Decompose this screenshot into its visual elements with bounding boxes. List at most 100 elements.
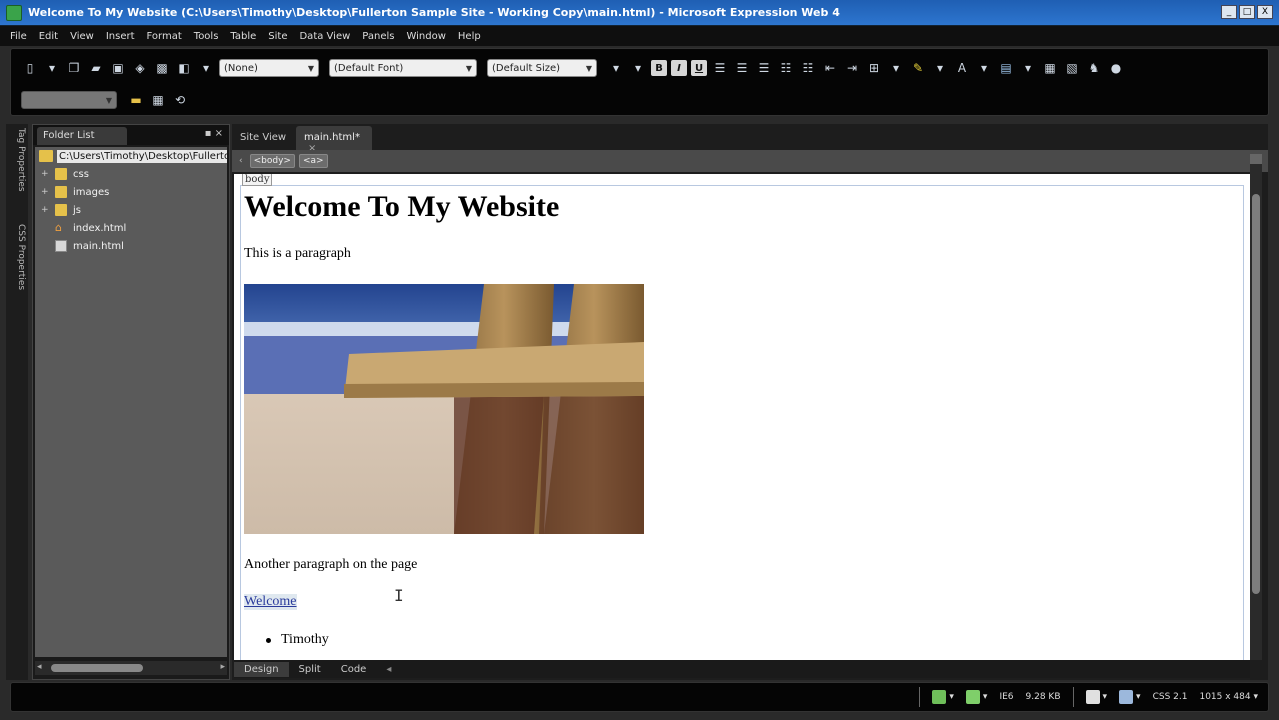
preview-icon[interactable]: ◧ [175,59,193,77]
menu-format[interactable]: Format [141,31,188,42]
folder-icon[interactable]: ▬ [127,91,145,109]
numbered-list-icon[interactable]: ☷ [777,59,795,77]
more-dropdown-icon-2[interactable]: ▾ [629,59,647,77]
image-icon[interactable]: ▩ [153,59,171,77]
code-error-icon[interactable]: ▾ [965,690,987,704]
align-left-icon[interactable]: ☰ [711,59,729,77]
picture-icon[interactable]: ▧ [1063,59,1081,77]
menu-data-view[interactable]: Data View [293,31,356,42]
menu-view[interactable]: View [64,31,100,42]
scrollbar-thumb[interactable] [51,664,143,672]
menu-help[interactable]: Help [452,31,487,42]
tab-design[interactable]: Design [234,661,289,677]
tab-code[interactable]: Code [331,662,377,677]
copy-icon[interactable]: ❐ [65,59,83,77]
menu-table[interactable]: Table [224,31,262,42]
site-root-path[interactable]: C:\Users\Timothy\Desktop\Fullerton [35,147,227,165]
page-dimensions[interactable]: 1015 x 484 ▾ [1199,692,1258,702]
save-icon[interactable]: ▣ [109,59,127,77]
more-dropdown-icon[interactable]: ▾ [607,59,625,77]
close-button[interactable]: X [1257,5,1273,19]
vertical-scrollbar[interactable] [1250,154,1262,660]
highlight-dropdown-icon[interactable]: ▾ [931,59,949,77]
size-dropdown[interactable]: (Default Size) ▼ [487,59,597,77]
tab-css-properties[interactable]: CSS Properties [8,224,26,290]
style-dropdown[interactable]: (None) ▼ [219,59,319,77]
paragraph-2[interactable]: Another paragraph on the page [244,557,417,573]
expand-icon[interactable]: + [41,187,51,197]
increase-indent-icon[interactable]: ⇥ [843,59,861,77]
paragraph-1[interactable]: This is a paragraph [244,246,351,262]
publish-icon[interactable]: ◈ [131,59,149,77]
list-item[interactable]: Timothy [266,632,329,648]
scroll-up-icon[interactable] [1250,154,1262,164]
style-app-icon[interactable]: ▾ [1119,690,1141,704]
quick-tag-body[interactable]: <body> [249,154,295,168]
menu-insert[interactable]: Insert [100,31,141,42]
menu-site[interactable]: Site [262,31,293,42]
pin-icon[interactable]: ▪ [205,128,212,139]
tab-split[interactable]: Split [289,662,331,677]
new-document-icon[interactable]: ▯ [21,59,39,77]
scrollbar-thumb[interactable] [1252,194,1260,594]
empty-dropdown[interactable]: ▼ [21,91,117,109]
layer-icon[interactable]: ▦ [1041,59,1059,77]
panel-header: Folder List ▪ × [33,125,229,145]
design-view[interactable]: body Welcome To My Website This is a par… [234,174,1250,660]
tab-site-view[interactable]: Site View [232,126,294,150]
tree-item-images[interactable]: + images [35,183,109,201]
decrease-indent-icon[interactable]: ⇤ [821,59,839,77]
circle-icon[interactable]: ● [1107,59,1125,77]
new-dropdown-icon[interactable]: ▾ [43,59,61,77]
menu-edit[interactable]: Edit [33,31,64,42]
menu-file[interactable]: File [4,31,33,42]
expand-icon[interactable]: + [41,205,51,215]
underline-button[interactable]: U [691,60,707,76]
tab-tag-properties[interactable]: Tag Properties [8,128,26,192]
open-folder-icon[interactable]: ▰ [87,59,105,77]
font-color-dropdown-icon[interactable]: ▾ [975,59,993,77]
insert-table-icon[interactable]: ▤ [997,59,1015,77]
page-heading[interactable]: Welcome To My Website [244,190,559,224]
tree-item-js[interactable]: + js [35,201,81,219]
scroll-left-icon[interactable]: ◂ [37,662,42,672]
minimize-button[interactable]: _ [1221,5,1237,19]
web-component-icon[interactable]: ♞ [1085,59,1103,77]
borders-dropdown-icon[interactable]: ▾ [887,59,905,77]
table-dropdown-icon[interactable]: ▾ [1019,59,1037,77]
folder-list-tab[interactable]: Folder List [37,127,127,145]
css-schema[interactable]: CSS 2.1 [1153,692,1188,702]
grid-icon[interactable]: ▦ [149,91,167,109]
expand-icon[interactable]: + [41,169,51,179]
font-dropdown[interactable]: (Default Font) ▼ [329,59,477,77]
compatibility-icon[interactable]: ▾ [932,690,954,704]
italic-button[interactable]: I [671,60,687,76]
quick-tag-a[interactable]: <a> [298,154,328,168]
scroll-right-icon[interactable]: ▸ [220,662,225,672]
horizontal-scrollbar[interactable]: ◂ ▸ [35,661,227,675]
beach-bench-photo [244,284,644,534]
maximize-button[interactable]: □ [1239,5,1255,19]
menu-panels[interactable]: Panels [356,31,400,42]
menu-tools[interactable]: Tools [188,31,225,42]
borders-icon[interactable]: ⊞ [865,59,883,77]
tree-item-main[interactable]: main.html [35,237,124,255]
tree-item-css[interactable]: + css [35,165,89,183]
align-center-icon[interactable]: ☰ [733,59,751,77]
bold-button[interactable]: B [651,60,667,76]
align-right-icon[interactable]: ☰ [755,59,773,77]
highlight-icon[interactable]: ✎ [909,59,927,77]
visual-aids-icon[interactable]: ▾ [1085,690,1107,704]
tree-item-index[interactable]: ⌂ index.html [35,219,126,237]
back-arrow-icon[interactable]: ‹ [236,155,246,167]
tab-main-html[interactable]: main.html* × [296,126,372,154]
scroll-left-icon[interactable]: ◂ [376,662,401,677]
bulleted-list-icon[interactable]: ☷ [799,59,817,77]
font-color-icon[interactable]: A [953,59,971,77]
close-panel-icon[interactable]: × [215,128,223,139]
beach-bench-image[interactable] [244,284,644,534]
refresh-icon[interactable]: ⟲ [171,91,189,109]
menu-window[interactable]: Window [400,31,451,42]
preview-dropdown-icon[interactable]: ▾ [197,59,215,77]
welcome-link[interactable]: Welcome [244,594,297,610]
